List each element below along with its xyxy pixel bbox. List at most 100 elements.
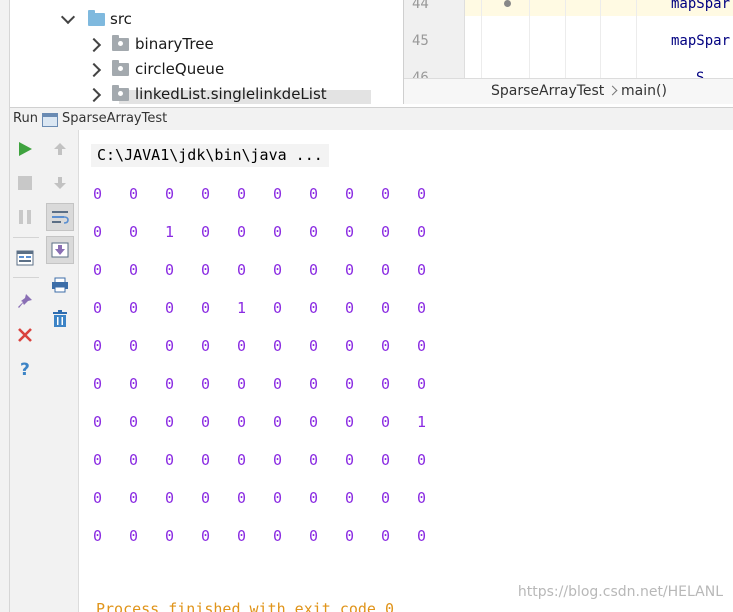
stop-icon <box>18 176 32 190</box>
pin-tab-button[interactable] <box>12 288 38 314</box>
window-edge-strip <box>0 0 10 612</box>
scroll-to-end-icon <box>51 242 69 258</box>
indent-guide <box>600 0 601 78</box>
tree-item-label: circleQueue <box>135 60 225 78</box>
help-button[interactable]: ? <box>12 356 38 382</box>
matrix-cell: 0 <box>237 413 247 431</box>
tree-item-label: src <box>110 10 132 28</box>
matrix-cell: 0 <box>165 451 175 469</box>
matrix-cell: 0 <box>309 489 319 507</box>
code-line: S <box>696 70 705 78</box>
project-tree: src binaryTree circleQueue linkedList.si… <box>9 0 404 104</box>
matrix-cell: 0 <box>165 299 175 317</box>
matrix-cell: 0 <box>309 261 319 279</box>
matrix-cell: 0 <box>273 223 283 241</box>
run-panel-header: Run SparseArrayTest <box>9 107 733 131</box>
line-number: 45 <box>412 33 429 49</box>
run-left-toolbar: ? <box>9 130 43 612</box>
matrix-cell: 0 <box>273 451 283 469</box>
pause-button[interactable] <box>12 204 38 230</box>
matrix-cell: 0 <box>201 261 211 279</box>
line-number: 46 <box>412 70 429 78</box>
matrix-cell: 0 <box>129 261 139 279</box>
stop-button[interactable] <box>12 170 38 196</box>
chevron-right-icon[interactable] <box>86 62 102 78</box>
matrix-cell: 0 <box>345 261 355 279</box>
matrix-cell: 0 <box>237 527 247 545</box>
matrix-cell: 0 <box>201 185 211 203</box>
indent-guide <box>636 0 637 78</box>
print-icon <box>52 277 68 293</box>
run-config-icon <box>42 113 58 127</box>
matrix-cell: 0 <box>417 299 427 317</box>
run-tab-label[interactable]: Run <box>13 111 38 126</box>
matrix-cell: 0 <box>345 223 355 241</box>
run-right-toolbar <box>42 130 79 612</box>
tree-item-label: linkedList.singlelinkdeList <box>135 85 327 103</box>
toolbar-separator <box>13 237 39 238</box>
matrix-cell: 0 <box>273 185 283 203</box>
matrix-cell: 0 <box>165 185 175 203</box>
matrix-cell: 0 <box>129 299 139 317</box>
matrix-cell: 0 <box>237 375 247 393</box>
matrix-cell: 0 <box>93 489 103 507</box>
matrix-cell: 0 <box>417 527 427 545</box>
matrix-cell: 0 <box>237 185 247 203</box>
print-button[interactable] <box>47 272 73 298</box>
folder-icon <box>88 10 105 26</box>
matrix-cell: 0 <box>237 223 247 241</box>
matrix-cell: 0 <box>417 337 427 355</box>
breakpoint-dot-icon[interactable] <box>504 0 511 7</box>
editor-breadcrumb: SparseArrayTest main() <box>404 78 733 104</box>
matrix-cell: 0 <box>345 299 355 317</box>
matrix-cell: 0 <box>381 375 391 393</box>
matrix-cell: 0 <box>345 527 355 545</box>
chevron-right-icon[interactable] <box>86 87 102 103</box>
matrix-cell: 0 <box>345 451 355 469</box>
console-output[interactable]: C:\JAVA1\jdk\bin\java ... 0 0 0 0 0 0 0 0 0 0 0 0 1 0… <box>79 130 733 612</box>
clear-all-button[interactable] <box>47 306 73 332</box>
soft-wrap-button[interactable] <box>46 203 74 231</box>
matrix-cell: 0 <box>165 489 175 507</box>
run-config-name[interactable]: SparseArrayTest <box>62 111 167 126</box>
package-icon <box>112 85 129 101</box>
soft-wrap-icon <box>52 211 69 224</box>
console-exit-message: Process finished with exit code 0 <box>96 600 395 612</box>
breadcrumb-method[interactable]: main() <box>621 83 667 99</box>
matrix-cell: 0 <box>129 337 139 355</box>
package-icon <box>112 60 129 76</box>
matrix-cell: 0 <box>201 451 211 469</box>
scroll-to-end-button[interactable] <box>46 236 74 264</box>
matrix-cell: 0 <box>129 413 139 431</box>
chevron-right-icon[interactable] <box>86 37 102 53</box>
indent-guide <box>481 0 482 78</box>
matrix-cell: 0 <box>237 489 247 507</box>
matrix-cell: 0 <box>93 413 103 431</box>
line-number-gutter: 44 45 46 <box>404 0 465 78</box>
matrix-cell: 0 <box>237 337 247 355</box>
restore-layout-button[interactable] <box>12 245 38 271</box>
toolbar-separator <box>13 277 39 278</box>
code-editor[interactable]: 44 45 46 mapSpar mapSpar S <box>404 0 733 78</box>
matrix-cell: 0 <box>417 261 427 279</box>
svg-text:?: ? <box>20 360 30 378</box>
matrix-cell: 1 <box>237 299 247 317</box>
breadcrumb-class[interactable]: SparseArrayTest <box>491 83 604 99</box>
matrix-cell: 0 <box>201 527 211 545</box>
matrix-cell: 0 <box>129 223 139 241</box>
matrix-cell: 0 <box>93 223 103 241</box>
breadcrumb-separator-icon <box>607 85 618 96</box>
chevron-down-icon[interactable] <box>60 9 76 25</box>
layout-icon <box>16 250 34 266</box>
matrix-cell: 0 <box>129 185 139 203</box>
matrix-cell: 0 <box>381 337 391 355</box>
close-button[interactable] <box>12 322 38 348</box>
rerun-button[interactable] <box>12 136 38 162</box>
matrix-cell: 0 <box>381 299 391 317</box>
matrix-cell: 0 <box>201 413 211 431</box>
down-stack-button[interactable] <box>47 170 73 196</box>
up-stack-button[interactable] <box>47 136 73 162</box>
matrix-cell: 0 <box>165 527 175 545</box>
matrix-cell: 0 <box>93 185 103 203</box>
matrix-cell: 0 <box>417 223 427 241</box>
